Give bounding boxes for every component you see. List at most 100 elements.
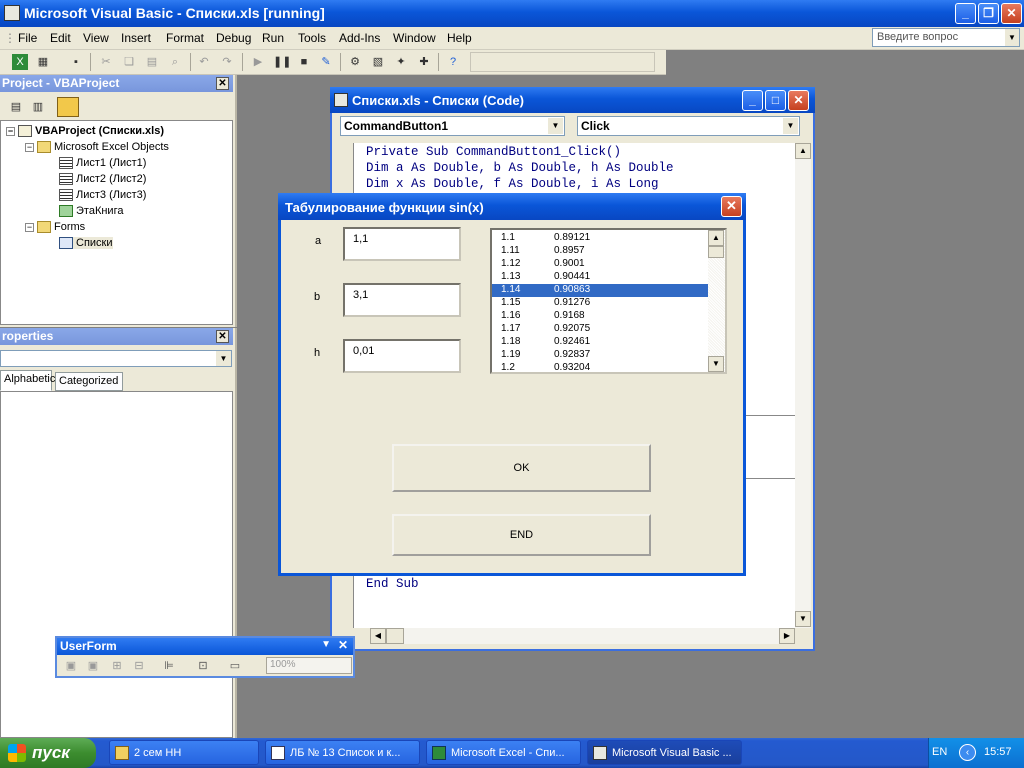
menu-window[interactable]: Window [393, 31, 436, 45]
copy-icon[interactable]: ❏ [121, 54, 137, 70]
dialog-title-bar[interactable]: Табулирование функции sin(x) ✕ [278, 193, 746, 220]
chevron-left-icon[interactable]: ‹ [959, 744, 976, 761]
save-icon[interactable]: ▪ [68, 54, 84, 70]
taskbar-item-word[interactable]: ЛБ № 13 Список и к... [265, 740, 420, 765]
input-b[interactable]: 3,1 [343, 283, 461, 317]
menu-tools[interactable]: Tools [298, 31, 326, 45]
list-item[interactable]: 1.16 0.9168 [492, 310, 709, 323]
menu-help[interactable]: Help [447, 31, 472, 45]
chevron-down-icon[interactable]: ▼ [783, 118, 798, 134]
code-maximize-button[interactable]: □ [765, 90, 786, 111]
make-same-size-icon[interactable]: ▭ [227, 658, 243, 674]
reset-icon[interactable]: ■ [296, 54, 312, 70]
list-item[interactable]: 1.12 0.9001 [492, 258, 709, 271]
properties-grid[interactable] [0, 391, 233, 738]
object-browser-icon[interactable]: ✦ [393, 54, 409, 70]
scroll-down-icon[interactable]: ▼ [795, 611, 811, 627]
view-code-icon[interactable]: ▤ [8, 99, 24, 115]
zoom-select[interactable]: 100% [266, 657, 352, 674]
listbox-scrollbar[interactable]: ▲ ▼ [708, 230, 725, 372]
tree-root[interactable]: − VBAProject (Списки.xls) [6, 125, 164, 138]
tree-sheet3[interactable]: Лист3 (Лист3) [59, 189, 146, 202]
menu-file[interactable]: File [18, 31, 37, 45]
input-h[interactable]: 0,01 [343, 339, 461, 373]
chevron-down-icon[interactable]: ▼ [1005, 29, 1019, 46]
menu-view[interactable]: View [83, 31, 109, 45]
menu-debug[interactable]: Debug [216, 31, 251, 45]
undo-icon[interactable]: ↶ [196, 54, 212, 70]
input-a[interactable]: 1,1 [343, 227, 461, 261]
redo-icon[interactable]: ↷ [219, 54, 235, 70]
close-icon[interactable]: ✕ [338, 638, 348, 652]
list-item[interactable]: 1.19 0.92837 [492, 349, 709, 362]
list-item[interactable]: 1.14 0.90863 [492, 284, 709, 297]
tree-forms[interactable]: − Forms [25, 221, 85, 234]
menu-format[interactable]: Format [166, 31, 204, 45]
code-vertical-scrollbar[interactable]: ▲ ▼ [795, 143, 811, 628]
list-item[interactable]: 1.18 0.92461 [492, 336, 709, 349]
scroll-right-icon[interactable]: ▶ [779, 628, 795, 644]
menu-run[interactable]: Run [262, 31, 284, 45]
toolbox-icon[interactable]: ✚ [416, 54, 432, 70]
start-button[interactable]: пуск [0, 738, 96, 768]
tab-alphabetic[interactable]: Alphabetic [0, 370, 55, 391]
scroll-thumb[interactable] [708, 246, 724, 258]
close-button[interactable]: ✕ [1001, 3, 1022, 24]
bring-to-front-icon[interactable]: ▣ [63, 658, 79, 674]
list-item[interactable]: 1.1 0.89121 [492, 232, 709, 245]
cut-icon[interactable]: ✂ [98, 54, 114, 70]
menu-insert[interactable]: Insert [121, 31, 151, 45]
tree-sheet2[interactable]: Лист2 (Лист2) [59, 173, 146, 186]
scroll-up-icon[interactable]: ▲ [708, 230, 724, 246]
close-icon[interactable]: ✕ [216, 77, 229, 90]
list-item[interactable]: 1.11 0.8957 [492, 245, 709, 258]
menu-edit[interactable]: Edit [50, 31, 71, 45]
scroll-up-icon[interactable]: ▲ [795, 143, 811, 159]
code-minimize-button[interactable]: _ [742, 90, 763, 111]
tree-sheet1[interactable]: Лист1 (Лист1) [59, 157, 146, 170]
userform-toolbar-title-bar[interactable]: UserForm ▼ ✕ [57, 638, 353, 655]
code-window-title-bar[interactable]: Списки.xls - Списки (Code) _ □ ✕ [330, 87, 815, 113]
list-item[interactable]: 1.2 0.93204 [492, 362, 709, 372]
ask-question-box[interactable]: Введите вопрос ▼ [872, 28, 1020, 47]
paste-icon[interactable]: ▤ [144, 54, 160, 70]
tree-workbook[interactable]: ЭтаКнига [59, 205, 123, 218]
find-icon[interactable]: ⌕ [167, 54, 183, 70]
taskbar-item-excel[interactable]: Microsoft Excel - Спи... [426, 740, 581, 765]
scroll-thumb[interactable] [386, 628, 404, 644]
properties-window-icon[interactable]: ▧ [370, 54, 386, 70]
send-to-back-icon[interactable]: ▣ [85, 658, 101, 674]
group-icon[interactable]: ⊞ [109, 658, 125, 674]
insert-userform-icon[interactable]: ▦ [35, 54, 51, 70]
vba-app-icon[interactable] [4, 5, 20, 21]
chevron-down-icon[interactable]: ▼ [216, 351, 231, 366]
chevron-down-icon[interactable]: ▼ [548, 118, 563, 134]
object-combo[interactable]: CommandButton1 ▼ [340, 116, 565, 136]
design-mode-icon[interactable]: ✎ [318, 54, 334, 70]
help-icon[interactable]: ? [445, 54, 461, 70]
dialog-close-button[interactable]: ✕ [721, 196, 742, 217]
close-icon[interactable]: ✕ [216, 330, 229, 343]
tab-categorized[interactable]: Categorized [55, 372, 123, 391]
ungroup-icon[interactable]: ⊟ [131, 658, 147, 674]
restore-button[interactable]: ❐ [978, 3, 999, 24]
tree-form-spiski[interactable]: Списки [59, 237, 113, 250]
taskbar-item-vba[interactable]: Microsoft Visual Basic ... [587, 740, 742, 765]
results-listbox[interactable]: 1.1 0.89121 1.11 0.8957 1.12 0.9001 1.13 0.9044… [490, 228, 727, 374]
menu-addins[interactable]: Add-Ins [339, 31, 380, 45]
center-icon[interactable]: ⊡ [195, 658, 211, 674]
ok-button[interactable]: OK [392, 444, 651, 492]
procedure-combo[interactable]: Click ▼ [577, 116, 800, 136]
main-title-bar[interactable]: Microsoft Visual Basic - Списки.xls [run… [0, 0, 1024, 27]
list-item[interactable]: 1.17 0.92075 [492, 323, 709, 336]
properties-object-select[interactable]: ▼ [0, 350, 232, 367]
align-icon[interactable]: ⊫ [161, 658, 177, 674]
run-icon[interactable]: ▶ [250, 54, 266, 70]
tree-excel-objects[interactable]: − Microsoft Excel Objects [25, 141, 169, 154]
code-horizontal-scrollbar[interactable]: ◀ ▶ [370, 628, 795, 644]
minimize-button[interactable]: _ [955, 3, 976, 24]
list-item[interactable]: 1.13 0.90441 [492, 271, 709, 284]
view-excel-icon[interactable]: X [12, 54, 28, 70]
project-explorer-icon[interactable]: ⚙ [347, 54, 363, 70]
break-icon[interactable]: ❚❚ [273, 54, 291, 70]
